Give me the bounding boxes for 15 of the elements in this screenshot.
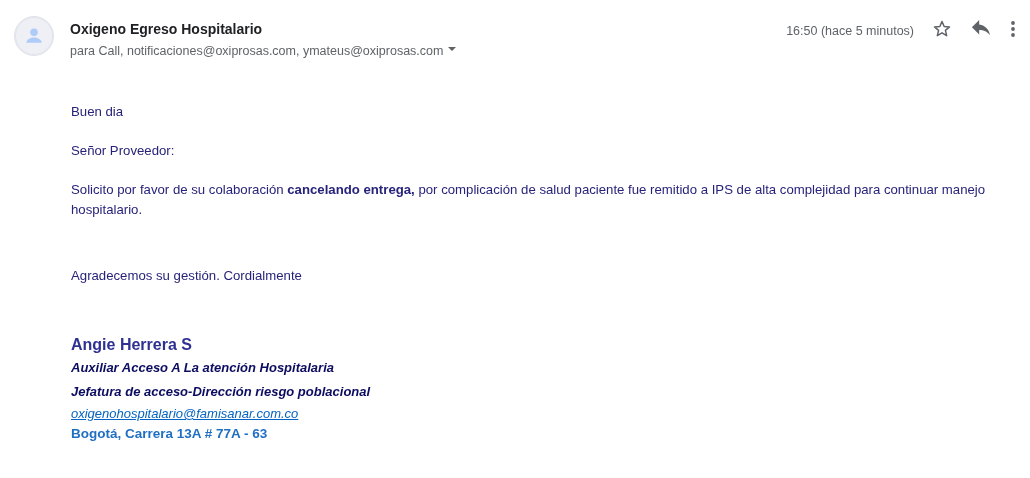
greeting-text: Buen dia bbox=[71, 103, 125, 121]
recipients-text: para Call, notificaciones@oxiprosas.com, ymateus@oxiprosas.com bbox=[70, 43, 444, 60]
body-paragraph: Agradecemos su gestión. Cordialmente bbox=[71, 267, 303, 285]
signature-title: Jefatura de acceso-Dirección riesgo poblacional bbox=[71, 383, 372, 401]
timestamp: 16:50 (hace 5 minutos) bbox=[786, 23, 914, 40]
more-options-icon[interactable] bbox=[1010, 20, 1016, 39]
avatar-icon bbox=[14, 16, 54, 56]
signature-name: Angie Herrera S bbox=[71, 335, 193, 355]
signature-title: Auxiliar Acceso A La atención Hospitalaria bbox=[71, 359, 335, 377]
email-link[interactable]: oxigenohospitalario@famisanar.com.co bbox=[71, 404, 299, 424]
body-paragraph: Solicito por favor de su colaboración cancelando entrega, por complicación de salud paciente fue remitido a IPS de alta complejidad para continuar manejo hospitalario. bbox=[71, 181, 987, 219]
signature-address: Bogotá, Carrera 13A # 77A - 63 bbox=[71, 425, 269, 443]
sender-name: Oxigeno Egreso Hospitalario bbox=[70, 20, 264, 38]
dropdown-icon[interactable] bbox=[447, 44, 458, 54]
body-paragraph: Señor Proveedor: bbox=[71, 142, 176, 160]
